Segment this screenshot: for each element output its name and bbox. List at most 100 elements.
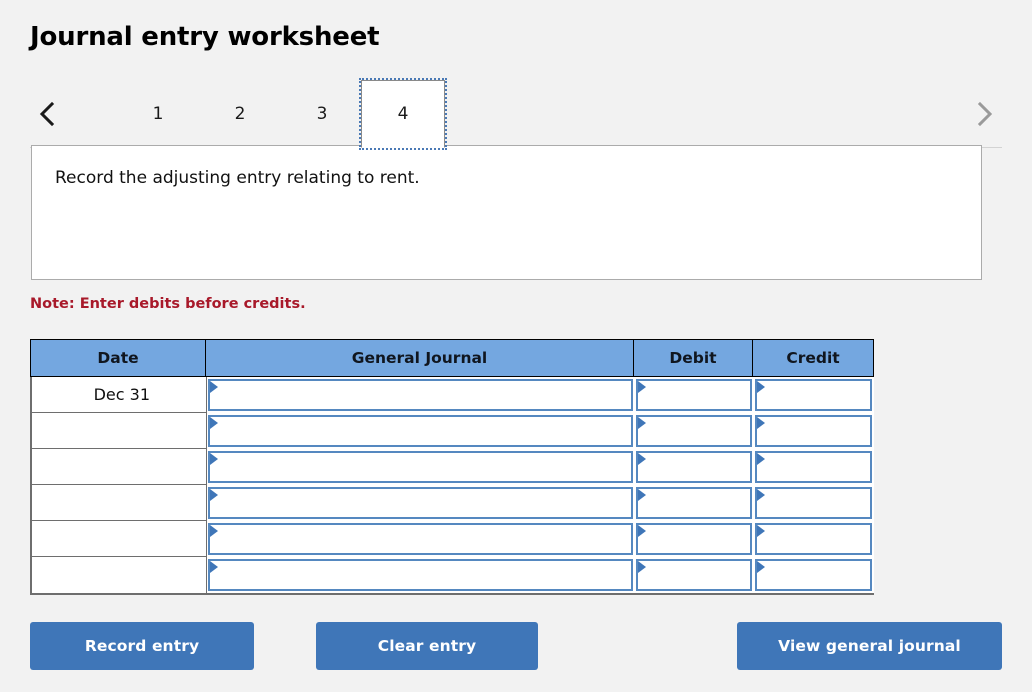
cell-debit-2[interactable] [635,413,754,449]
cell-general-journal-1[interactable] [207,377,635,413]
cell-credit-3[interactable] [754,449,874,485]
general-journal-value-2 [210,417,631,420]
debit-value-5 [638,525,750,528]
instruction-text: Record the adjusting entry relating to r… [55,168,420,188]
general-journal-value-5 [210,525,631,528]
table-row [32,413,874,449]
prev-entry-button[interactable] [30,94,64,134]
credit-value-4 [757,489,870,492]
credit-input-4[interactable] [755,487,872,519]
cell-credit-6[interactable] [754,557,874,593]
general-journal-input-3[interactable] [208,451,633,483]
cell-credit-4[interactable] [754,485,874,521]
cell-credit-1[interactable] [754,377,874,413]
debit-input-5[interactable] [636,523,752,555]
debit-input-1[interactable] [636,379,752,411]
general-journal-value-6 [210,561,631,564]
general-journal-value-4 [210,489,631,492]
cell-general-journal-3[interactable] [207,449,635,485]
worksheet-tab-3-label: 3 [316,104,328,124]
general-journal-value-3 [210,453,631,456]
clear-entry-button[interactable]: Clear entry [316,622,538,670]
dropdown-triangle-icon [757,561,765,573]
worksheet-tab-3[interactable]: 3 [277,80,367,148]
dropdown-triangle-icon [210,417,218,429]
cell-credit-2[interactable] [754,413,874,449]
general-journal-value-1 [210,381,631,384]
cell-date-6 [32,557,207,593]
cell-general-journal-4[interactable] [207,485,635,521]
worksheet-tab-2-label: 2 [234,104,246,124]
general-journal-input-6[interactable] [208,559,633,591]
general-journal-input-2[interactable] [208,415,633,447]
cell-general-journal-6[interactable] [207,557,635,593]
credit-input-3[interactable] [755,451,872,483]
column-header-credit: Credit [786,349,840,367]
credit-value-6 [757,561,870,564]
credit-input-1[interactable] [755,379,872,411]
cell-date-3 [32,449,207,485]
general-journal-input-5[interactable] [208,523,633,555]
cell-date-4 [32,485,207,521]
column-header-date: Date [31,340,206,376]
dropdown-triangle-icon [757,381,765,393]
dropdown-triangle-icon [757,525,765,537]
worksheet-tab-4-selected[interactable]: 4 [359,78,447,150]
dropdown-triangle-icon [638,381,646,393]
journal-table-body: Dec 31 [30,377,874,595]
journal-table-header-row: Date General Journal Debit Credit [30,339,874,377]
debit-input-2[interactable] [636,415,752,447]
credit-value-2 [757,417,870,420]
worksheet-tab-1-label: 1 [152,104,164,124]
debit-value-2 [638,417,750,420]
table-row [32,521,874,557]
next-entry-button[interactable] [968,94,1002,134]
instruction-panel: Record the adjusting entry relating to r… [31,145,982,280]
debit-input-3[interactable] [636,451,752,483]
debit-input-6[interactable] [636,559,752,591]
dropdown-triangle-icon [757,489,765,501]
credit-input-5[interactable] [755,523,872,555]
credit-value-5 [757,525,870,528]
column-header-general-journal: General Journal [206,340,634,376]
cell-credit-5[interactable] [754,521,874,557]
debit-value-6 [638,561,750,564]
cell-debit-3[interactable] [635,449,754,485]
table-row [32,557,874,593]
table-row [32,449,874,485]
cell-date-5 [32,521,207,557]
dropdown-triangle-icon [210,453,218,465]
dropdown-triangle-icon [638,561,646,573]
cell-debit-5[interactable] [635,521,754,557]
dropdown-triangle-icon [210,561,218,573]
view-general-journal-button[interactable]: View general journal [737,622,1002,670]
debit-value-3 [638,453,750,456]
dropdown-triangle-icon [638,525,646,537]
general-journal-input-4[interactable] [208,487,633,519]
cell-debit-4[interactable] [635,485,754,521]
cell-general-journal-5[interactable] [207,521,635,557]
general-journal-input-1[interactable] [208,379,633,411]
worksheet-tabstrip: 1 2 3 4 [30,78,1002,150]
worksheet-tab-4-label: 4 [397,104,409,124]
cell-date-1: Dec 31 [32,377,207,413]
dropdown-triangle-icon [210,525,218,537]
credit-value-3 [757,453,870,456]
cell-date-2 [32,413,207,449]
debit-input-4[interactable] [636,487,752,519]
dropdown-triangle-icon [638,453,646,465]
debit-value-1 [638,381,750,384]
credit-input-6[interactable] [755,559,872,591]
table-row [32,485,874,521]
cell-debit-6[interactable] [635,557,754,593]
worksheet-tab-2[interactable]: 2 [195,80,285,148]
credit-input-2[interactable] [755,415,872,447]
dropdown-triangle-icon [757,453,765,465]
dropdown-triangle-icon [757,417,765,429]
credit-value-1 [757,381,870,384]
worksheet-tab-1[interactable]: 1 [113,80,203,148]
cell-general-journal-2[interactable] [207,413,635,449]
cell-debit-1[interactable] [635,377,754,413]
record-entry-button[interactable]: Record entry [30,622,254,670]
table-row: Dec 31 [32,377,874,413]
